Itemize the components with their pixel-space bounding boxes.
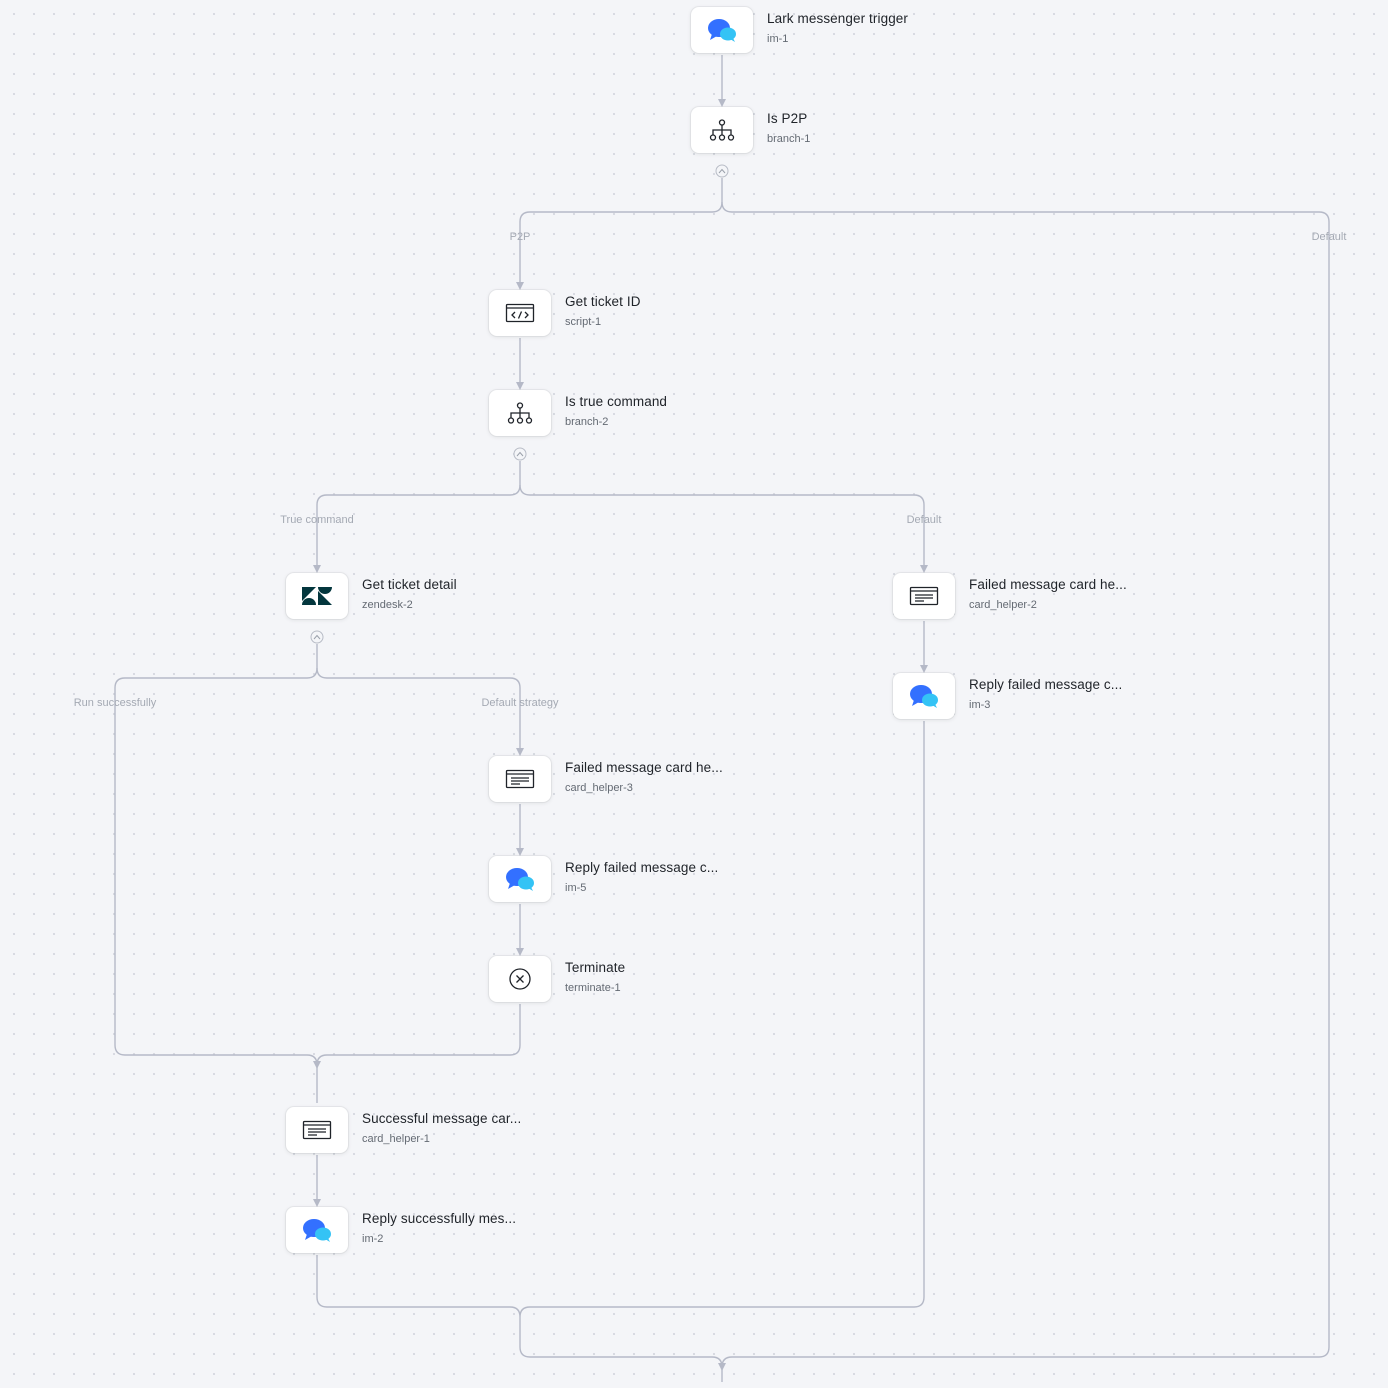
node-title: Is true command [565, 394, 668, 409]
chevron-up-icon [516, 451, 524, 457]
node-title: Get ticket detail [362, 577, 457, 592]
node-id: card_helper-3 [565, 782, 633, 794]
node-title: Reply failed message c... [969, 677, 1123, 692]
node-id: im-3 [969, 699, 991, 711]
node-id: terminate-1 [565, 982, 621, 994]
flow-connectors [114, 55, 1330, 1382]
card-icon [893, 573, 955, 619]
edge-branch1-default [721, 201, 1330, 1358]
edge-label-default-strategy: Default strategy [481, 697, 559, 709]
node-title: Failed message card he... [565, 760, 723, 775]
collapse-zendesk-2-button[interactable] [310, 630, 324, 644]
code-icon [489, 290, 551, 336]
lark-messenger-icon [489, 856, 551, 902]
card-icon [286, 1107, 348, 1153]
node-title: Is P2P [767, 111, 808, 126]
node-id: im-1 [767, 33, 789, 45]
node-title: Failed message card he... [969, 577, 1127, 592]
edge-im3-merge [530, 721, 925, 1308]
node-id: script-1 [565, 316, 602, 328]
node-id: branch-1 [767, 133, 811, 145]
lark-messenger-icon [691, 7, 753, 53]
edge-branch2-default [519, 484, 928, 573]
branch-icon [489, 390, 551, 436]
node-id: im-2 [362, 1233, 384, 1245]
collapse-branch-1-button[interactable] [715, 164, 729, 178]
chevron-up-icon [718, 168, 726, 174]
edge-branch1-p2p [516, 178, 723, 290]
node-id: branch-2 [565, 416, 609, 428]
edge-zendesk-default [316, 667, 524, 756]
card-icon [489, 756, 551, 802]
collapse-branch-2-button[interactable] [513, 447, 527, 461]
node-title: Get ticket ID [565, 294, 641, 309]
node-title: Terminate [565, 960, 626, 975]
edge-label-run-successfully: Run successfully [73, 697, 157, 709]
edge-label-p2p: P2P [509, 231, 531, 243]
edge-terminate-merge [327, 1004, 521, 1056]
branch-icon [691, 107, 753, 153]
edge-merge-join [509, 1306, 712, 1358]
node-title: Reply successfully mes... [362, 1211, 517, 1226]
edge-label-default: Default [1311, 231, 1347, 243]
edge-merge-card1 [306, 1054, 328, 1103]
zendesk-icon [286, 573, 348, 619]
lark-messenger-icon [286, 1207, 348, 1253]
lark-messenger-icon [893, 673, 955, 719]
node-title: Reply failed message c... [565, 860, 719, 875]
edge-final [711, 1356, 733, 1382]
node-id: im-5 [565, 882, 587, 894]
chevron-up-icon [313, 634, 321, 640]
node-id: zendesk-2 [362, 599, 413, 611]
node-title: Lark messenger trigger [767, 11, 909, 26]
edge-label-default: Default [906, 514, 942, 526]
node-id: card_helper-1 [362, 1133, 430, 1145]
edge-im2-merge [316, 1255, 510, 1308]
edge-label-true-command: True command [280, 514, 354, 526]
terminate-icon [489, 956, 551, 1002]
node-id: card_helper-2 [969, 599, 1037, 611]
node-title: Successful message car... [362, 1111, 522, 1126]
